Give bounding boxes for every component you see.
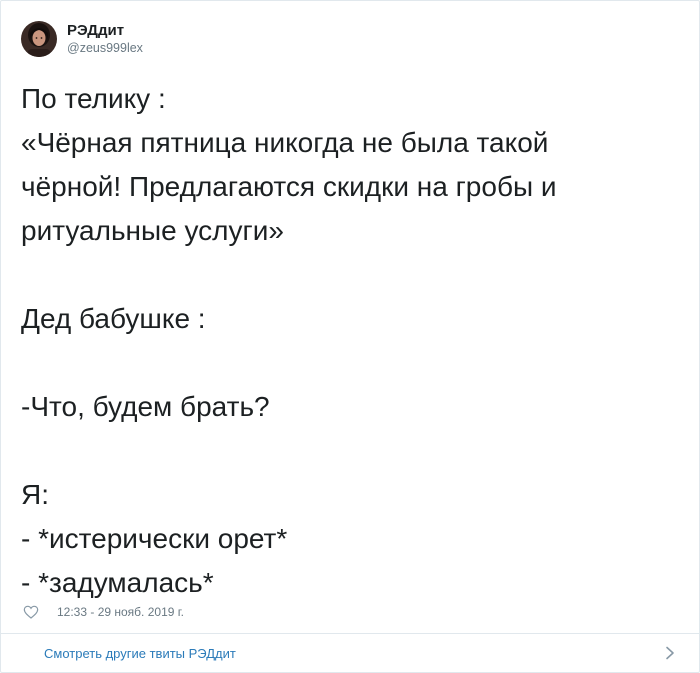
tweet-line xyxy=(21,253,681,297)
tweet-line: ритуальные услуги» xyxy=(21,215,284,246)
avatar[interactable] xyxy=(21,21,57,57)
tweet-line: - *истерически орет* xyxy=(21,523,288,554)
tweet-line: чёрной! Предлагаются скидки на гробы и xyxy=(21,171,557,202)
tweet-line xyxy=(21,341,681,385)
tweet-timestamp[interactable]: 12:33 - 29 нояб. 2019 г. xyxy=(57,605,184,619)
author-handle[interactable]: @zeus999lex xyxy=(67,40,143,56)
tweet-line: По телику : xyxy=(21,83,166,114)
tweet-text: По телику : «Чёрная пятница никогда не б… xyxy=(21,77,681,605)
tweet-line: Я: xyxy=(21,479,49,510)
tweet-line: -Что, будем брать? xyxy=(21,391,270,422)
chevron-right-icon xyxy=(665,646,675,660)
heart-icon[interactable] xyxy=(23,604,39,620)
more-tweets-label: Смотреть другие твиты РЭДдит xyxy=(44,645,236,661)
tweet-card: РЭДдит @zeus999lex По телику : «Чёрная п… xyxy=(0,0,700,673)
more-tweets-link[interactable]: Смотреть другие твиты РЭДдит xyxy=(1,634,699,672)
tweet-line: - *задумалась* xyxy=(21,567,214,598)
tweet-meta: 12:33 - 29 нояб. 2019 г. xyxy=(23,603,184,621)
author-names: РЭДдит @zeus999lex xyxy=(67,22,143,56)
tweet-line: Дед бабушке : xyxy=(21,303,206,334)
author-display-name[interactable]: РЭДдит xyxy=(67,22,143,40)
tweet-header: РЭДдит @zeus999lex xyxy=(21,20,143,58)
tweet-line: «Чёрная пятница никогда не была такой xyxy=(21,127,549,158)
tweet-line xyxy=(21,429,681,473)
